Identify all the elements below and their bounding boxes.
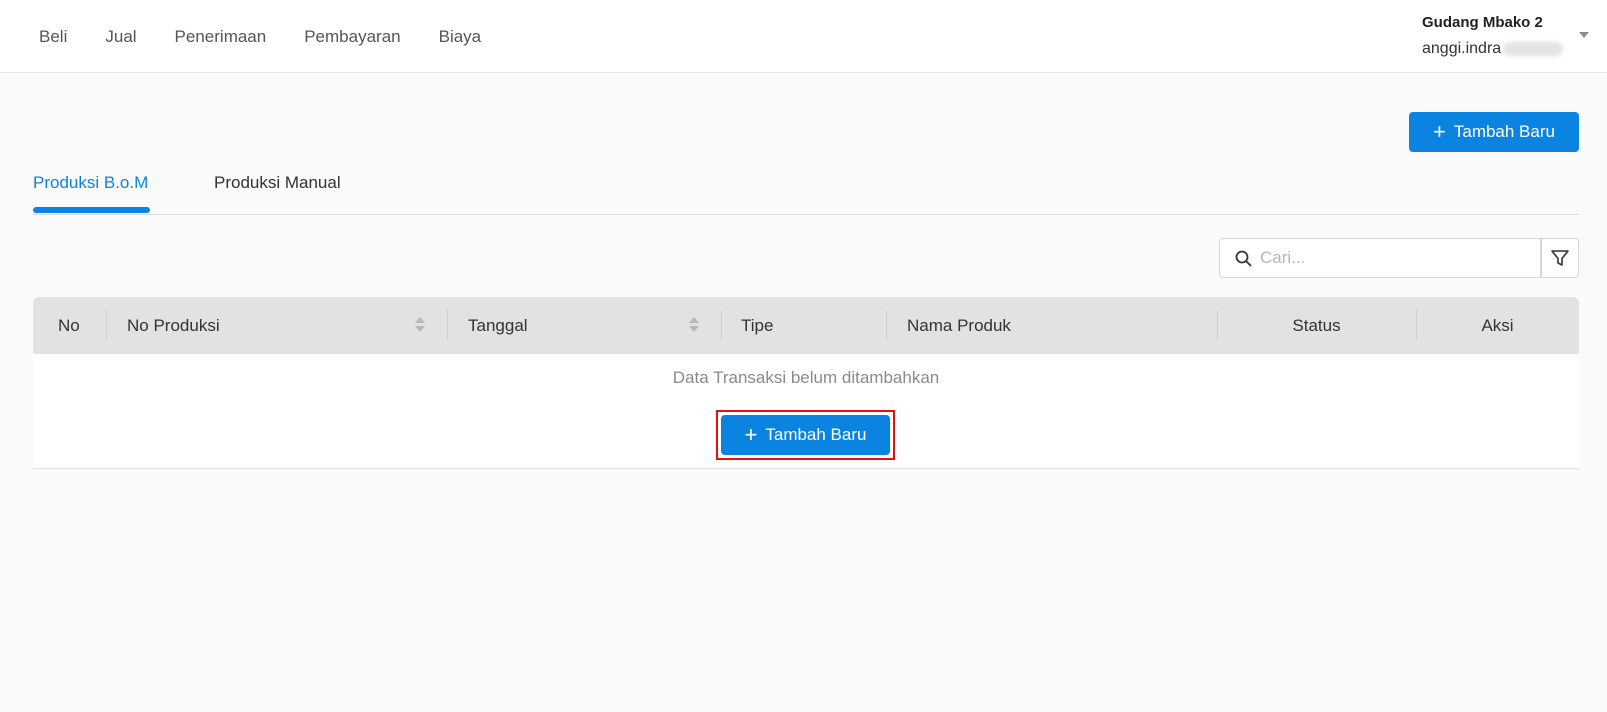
chevron-down-icon[interactable] [1579,32,1589,38]
main-nav: Beli Jual Penerimaan Pembayaran Biaya [39,0,519,73]
search-box [1219,238,1541,278]
add-new-label: Tambah Baru [1453,122,1555,141]
column-header-status: Status [1292,315,1341,335]
empty-state-message: Data Transaksi belum ditambahkan [672,368,940,387]
email-redacted [1503,41,1564,56]
column-divider [886,310,887,340]
table-header: No No Produksi Tanggal Tipe Nama Produk … [33,297,1579,354]
sort-icon[interactable] [689,317,699,335]
active-tab-indicator [33,207,150,213]
column-divider [106,310,107,340]
plus-icon: + [744,422,758,447]
plus-icon: + [1433,119,1446,144]
column-divider [721,310,722,340]
user-menu[interactable]: Gudang Mbako 2 anggi.indra [1422,13,1592,60]
add-new-button[interactable]: + Tambah Baru [1409,112,1579,152]
filter-icon [1551,250,1569,266]
tab-produksi-manual[interactable]: Produksi Manual [214,173,341,193]
tab-bar: Produksi B.o.M Produksi Manual [33,163,1579,215]
warehouse-name: Gudang Mbako 2 [1422,14,1543,31]
nav-item-beli[interactable]: Beli [39,1,67,73]
tab-produksi-bom[interactable]: Produksi B.o.M [33,173,148,193]
search-icon [1235,250,1252,266]
column-header-nama-produk: Nama Produk [907,315,1011,335]
user-email-text: anggi.indra [1422,40,1502,57]
search-input[interactable] [1260,248,1520,268]
column-header-aksi: Aksi [1481,315,1514,335]
column-header-tanggal[interactable]: Tanggal [468,297,528,354]
empty-state-add-button[interactable]: + Tambah Baru [721,415,890,455]
column-header-tipe: Tipe [741,315,774,335]
column-header-no-produksi[interactable]: No Produksi [127,297,220,354]
nav-item-pembayaran[interactable]: Pembayaran [304,1,400,73]
column-divider [447,310,448,340]
top-navbar: Beli Jual Penerimaan Pembayaran Biaya Gu… [0,0,1607,73]
nav-item-penerimaan[interactable]: Penerimaan [175,1,267,73]
filter-button[interactable] [1541,238,1579,278]
column-header-no: No [58,315,80,335]
nav-item-jual[interactable]: Jual [105,1,136,73]
nav-item-biaya[interactable]: Biaya [439,1,482,73]
empty-state-add-label: Tambah Baru [765,425,867,444]
sort-icon[interactable] [415,317,425,335]
user-email: anggi.indra [1422,38,1592,60]
